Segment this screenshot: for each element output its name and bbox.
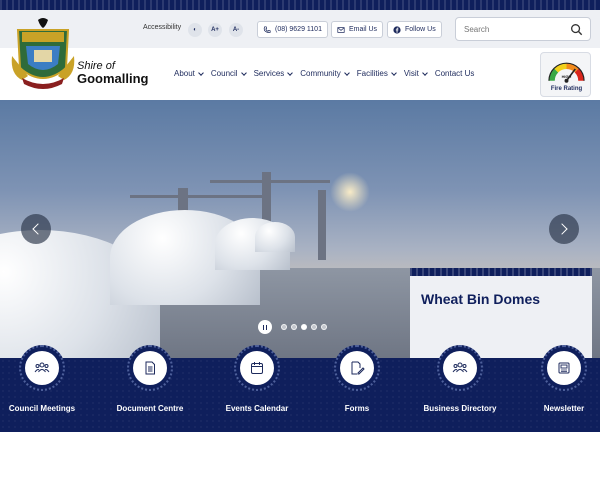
quick-link-ring	[437, 345, 483, 391]
carousel-dot[interactable]	[311, 324, 317, 330]
quick-link-icon-circle	[25, 351, 59, 385]
pause-icon	[265, 324, 268, 330]
search-icon[interactable]	[570, 23, 583, 36]
fire-rating-widget[interactable]: HIGH Fire Rating	[540, 52, 591, 97]
chevron-down-icon	[421, 69, 428, 76]
site-brand[interactable]: Shire of Goomalling	[77, 60, 149, 86]
people-icon	[34, 362, 50, 373]
chevron-down-icon	[391, 69, 397, 76]
quick-link-ring	[127, 345, 173, 391]
quick-link-ring	[19, 345, 65, 391]
accessibility-label: Accessibility	[143, 24, 182, 31]
slide-caption-title: Wheat Bin Domes	[421, 291, 541, 307]
carousel-dot-active[interactable]	[301, 324, 307, 330]
quick-link-label: Forms	[344, 404, 370, 413]
quick-link-icon-circle	[443, 351, 477, 385]
form-edit-icon	[351, 361, 365, 375]
nav-item-label: Community	[300, 69, 341, 78]
top-pattern-strip	[0, 0, 600, 10]
quick-link-icon-circle	[133, 351, 167, 385]
nav-item-community[interactable]: Community	[300, 69, 350, 78]
nav-item-about[interactable]: About	[174, 69, 204, 78]
email-icon	[337, 26, 345, 33]
shire-crest-logo[interactable]	[8, 16, 78, 92]
quick-link-label: Newsletter	[543, 404, 585, 413]
chevron-down-icon	[343, 69, 350, 76]
caption-pattern-strip	[410, 268, 592, 276]
nav-item-services[interactable]: Services	[253, 69, 294, 78]
quick-link-label: Document Centre	[116, 404, 184, 413]
font-increase-button[interactable]: A+	[208, 23, 222, 37]
nav-item-council[interactable]: Council	[210, 69, 247, 78]
newsletter-icon	[558, 362, 570, 374]
facebook-icon	[393, 25, 401, 34]
search-input[interactable]	[464, 24, 564, 34]
quick-link-ring	[234, 345, 280, 391]
phone-button[interactable]: (08) 9629 1101	[257, 21, 328, 38]
calendar-icon	[251, 362, 263, 374]
carousel-prev-button[interactable]	[21, 214, 51, 244]
email-label: Email Us	[349, 26, 378, 33]
carousel-next-button[interactable]	[549, 214, 579, 244]
fire-gauge-icon: HIGH	[548, 62, 585, 83]
nav-item-label: Council	[210, 69, 238, 78]
contrast-icon: ◐	[193, 27, 197, 33]
chevron-left-icon	[32, 223, 44, 235]
fire-level-text: HIGH	[562, 74, 572, 79]
nav-item-label: Visit	[403, 69, 419, 78]
conveyor-gantry	[130, 195, 270, 198]
quick-link-icon-circle	[240, 351, 274, 385]
chevron-right-icon	[556, 223, 568, 235]
follow-us-button[interactable]: Follow Us	[387, 21, 442, 38]
quick-link-business-directory[interactable]: Business Directory	[412, 345, 508, 425]
nav-item-contact-us[interactable]: Contact Us	[435, 69, 475, 78]
carousel-pause-button[interactable]	[258, 320, 272, 334]
nav-item-label: About	[174, 69, 195, 78]
nav-item-visit[interactable]: Visit	[403, 69, 428, 78]
quick-link-newsletter[interactable]: Newsletter	[516, 345, 600, 425]
font-decrease-button[interactable]: A-	[229, 23, 243, 37]
grain-elevator	[318, 190, 326, 260]
phone-icon	[263, 25, 271, 33]
quick-link-label: Business Directory	[423, 404, 497, 413]
quick-link-ring	[334, 345, 380, 391]
pause-icon	[262, 324, 265, 330]
brand-name: Goomalling	[77, 71, 149, 86]
conveyor-gantry	[210, 180, 330, 183]
contrast-toggle-button[interactable]: ◐	[188, 23, 202, 37]
wheat-dome	[255, 222, 295, 252]
follow-us-label: Follow Us	[405, 26, 436, 33]
quick-link-council-meetings[interactable]: Council Meetings	[0, 345, 90, 425]
people-icon	[452, 362, 468, 373]
quick-link-label: Events Calendar	[225, 404, 289, 413]
carousel-dots	[281, 324, 327, 330]
email-button[interactable]: Email Us	[331, 21, 384, 38]
chevron-down-icon	[198, 69, 204, 76]
carousel-dot[interactable]	[321, 324, 327, 330]
nav-item-facilities[interactable]: Facilities	[356, 69, 397, 78]
chevron-down-icon	[287, 69, 294, 76]
nav-item-label: Services	[253, 69, 285, 78]
phone-label: (08) 9629 1101	[275, 26, 322, 33]
quick-link-ring	[541, 345, 587, 391]
main-menu: About Council Services Community Facilit…	[174, 69, 482, 78]
nav-item-label: Contact Us	[434, 69, 475, 78]
quick-link-forms[interactable]: Forms	[309, 345, 405, 425]
document-icon	[145, 361, 155, 375]
carousel-dot[interactable]	[291, 324, 297, 330]
chevron-down-icon	[240, 69, 247, 76]
carousel-dot[interactable]	[281, 324, 287, 330]
quick-link-document-centre[interactable]: Document Centre	[102, 345, 198, 425]
quick-link-label: Council Meetings	[8, 404, 76, 413]
sun-glow	[330, 172, 370, 212]
fire-rating-label: Fire Rating	[550, 86, 583, 92]
search-box	[455, 17, 591, 41]
quick-link-events-calendar[interactable]: Events Calendar	[209, 345, 305, 425]
quick-link-icon-circle	[340, 351, 374, 385]
quick-link-icon-circle	[547, 351, 581, 385]
nav-item-label: Facilities	[356, 69, 388, 78]
